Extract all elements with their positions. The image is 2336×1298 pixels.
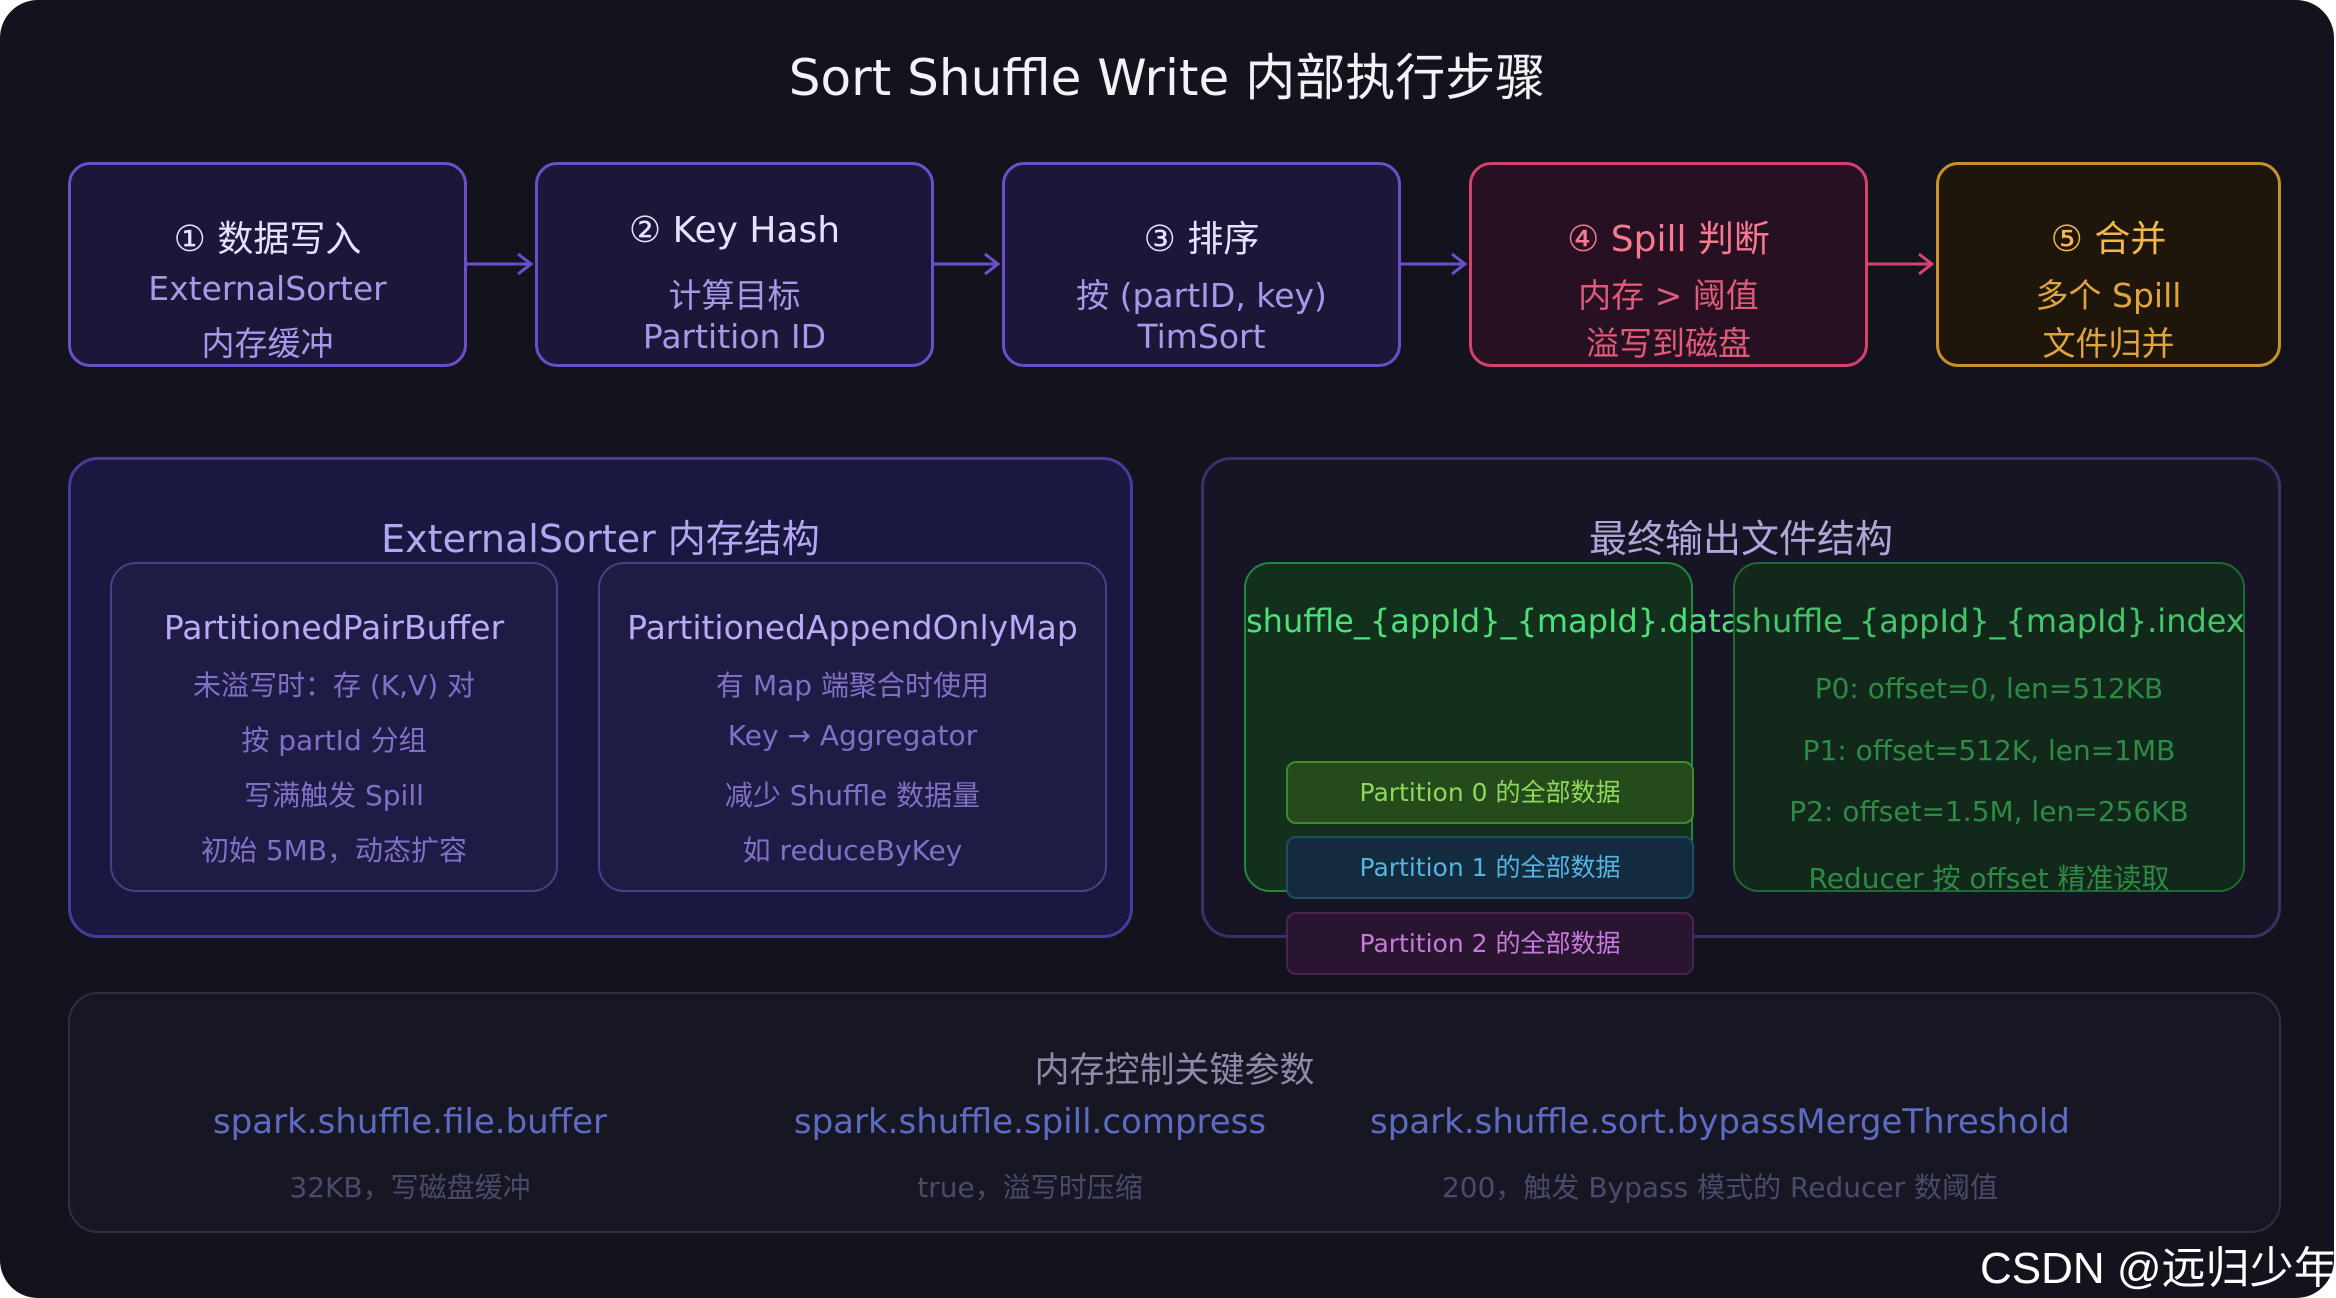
param-name: spark.shuffle.spill.compress	[793, 1102, 1267, 1142]
output-file-panel-title: 最终输出文件结构	[1588, 517, 1893, 561]
memory-params-title: 内存控制关键参数	[1034, 1051, 1315, 1091]
pair-buffer-title: PartitionedPairBuffer	[163, 608, 505, 647]
index-file-box: shuffle_{appId}_{mapId}.index P0: offset…	[1733, 562, 2245, 895]
watermark: CSDN @远归少年	[1980, 1244, 2336, 1293]
arrow-right-icon	[1868, 252, 1935, 276]
partition-block: Partition 0 的全部数据	[1286, 761, 1694, 824]
pair-buffer-line: 未溢写时：存 (K,V) 对	[192, 669, 476, 702]
canvas: Sort Shuffle Write 内部执行步骤 ① 数据写入 Externa…	[0, 0, 2336, 1298]
memory-params-panel: 内存控制关键参数 spark.shuffle.file.buffer 32KB，…	[68, 992, 2281, 1233]
index-entry: P0: offset=0, len=512KB	[1814, 672, 2164, 705]
data-file-title: shuffle_{appId}_{mapId}.data	[1246, 602, 1741, 640]
append-only-map-line: 如 reduceByKey	[742, 834, 963, 867]
arrow-right-icon	[1401, 252, 1468, 276]
param-name: spark.shuffle.sort.bypassMergeThreshold	[1370, 1102, 2070, 1142]
pair-buffer-line: 初始 5MB，动态扩容	[200, 834, 468, 867]
param-desc: 200，触发 Bypass 模式的 Reducer 数阈值	[1441, 1171, 1998, 1204]
step-arrows	[467, 252, 1935, 276]
index-entry: P1: offset=512K, len=1MB	[1802, 734, 2176, 767]
data-file-box: shuffle_{appId}_{mapId}.data Partition 0…	[1244, 562, 1741, 975]
arrow-right-icon	[934, 252, 1001, 276]
partition-block: Partition 2 的全部数据	[1286, 912, 1694, 975]
param-desc: 32KB，写磁盘缓冲	[289, 1171, 531, 1204]
arrow-right-icon	[467, 252, 534, 276]
external-sorter-panel-title: ExternalSorter 内存结构	[381, 517, 820, 561]
param-name: spark.shuffle.file.buffer	[212, 1102, 608, 1142]
append-only-map-line: 有 Map 端聚合时使用	[716, 669, 989, 702]
external-sorter-panel: ExternalSorter 内存结构 PartitionedPairBuffe…	[68, 457, 1133, 938]
diagram-board: Sort Shuffle Write 内部执行步骤 ① 数据写入 Externa…	[0, 0, 2334, 1298]
append-only-map-title: PartitionedAppendOnlyMap	[627, 608, 1078, 647]
pair-buffer-line: 写满触发 Spill	[244, 779, 424, 812]
append-only-map-line: 减少 Shuffle 数据量	[724, 779, 981, 812]
index-file-title: shuffle_{appId}_{mapId}.index	[1735, 602, 2245, 640]
output-file-panel: 最终输出文件结构 shuffle_{appId}_{mapId}.data Pa…	[1201, 457, 2281, 975]
partition-block: Partition 1 的全部数据	[1286, 836, 1694, 899]
pair-buffer-line: 按 partId 分组	[241, 724, 427, 757]
index-note: Reducer 按 offset 精准读取	[1808, 862, 2170, 895]
append-only-map-box: PartitionedAppendOnlyMap 有 Map 端聚合时使用 Ke…	[598, 562, 1107, 892]
pair-buffer-box: PartitionedPairBuffer 未溢写时：存 (K,V) 对 按 p…	[110, 562, 558, 892]
index-entry: P2: offset=1.5M, len=256KB	[1789, 795, 2189, 828]
append-only-map-line: Key → Aggregator	[727, 719, 978, 752]
param-desc: true，溢写时压缩	[917, 1171, 1143, 1204]
